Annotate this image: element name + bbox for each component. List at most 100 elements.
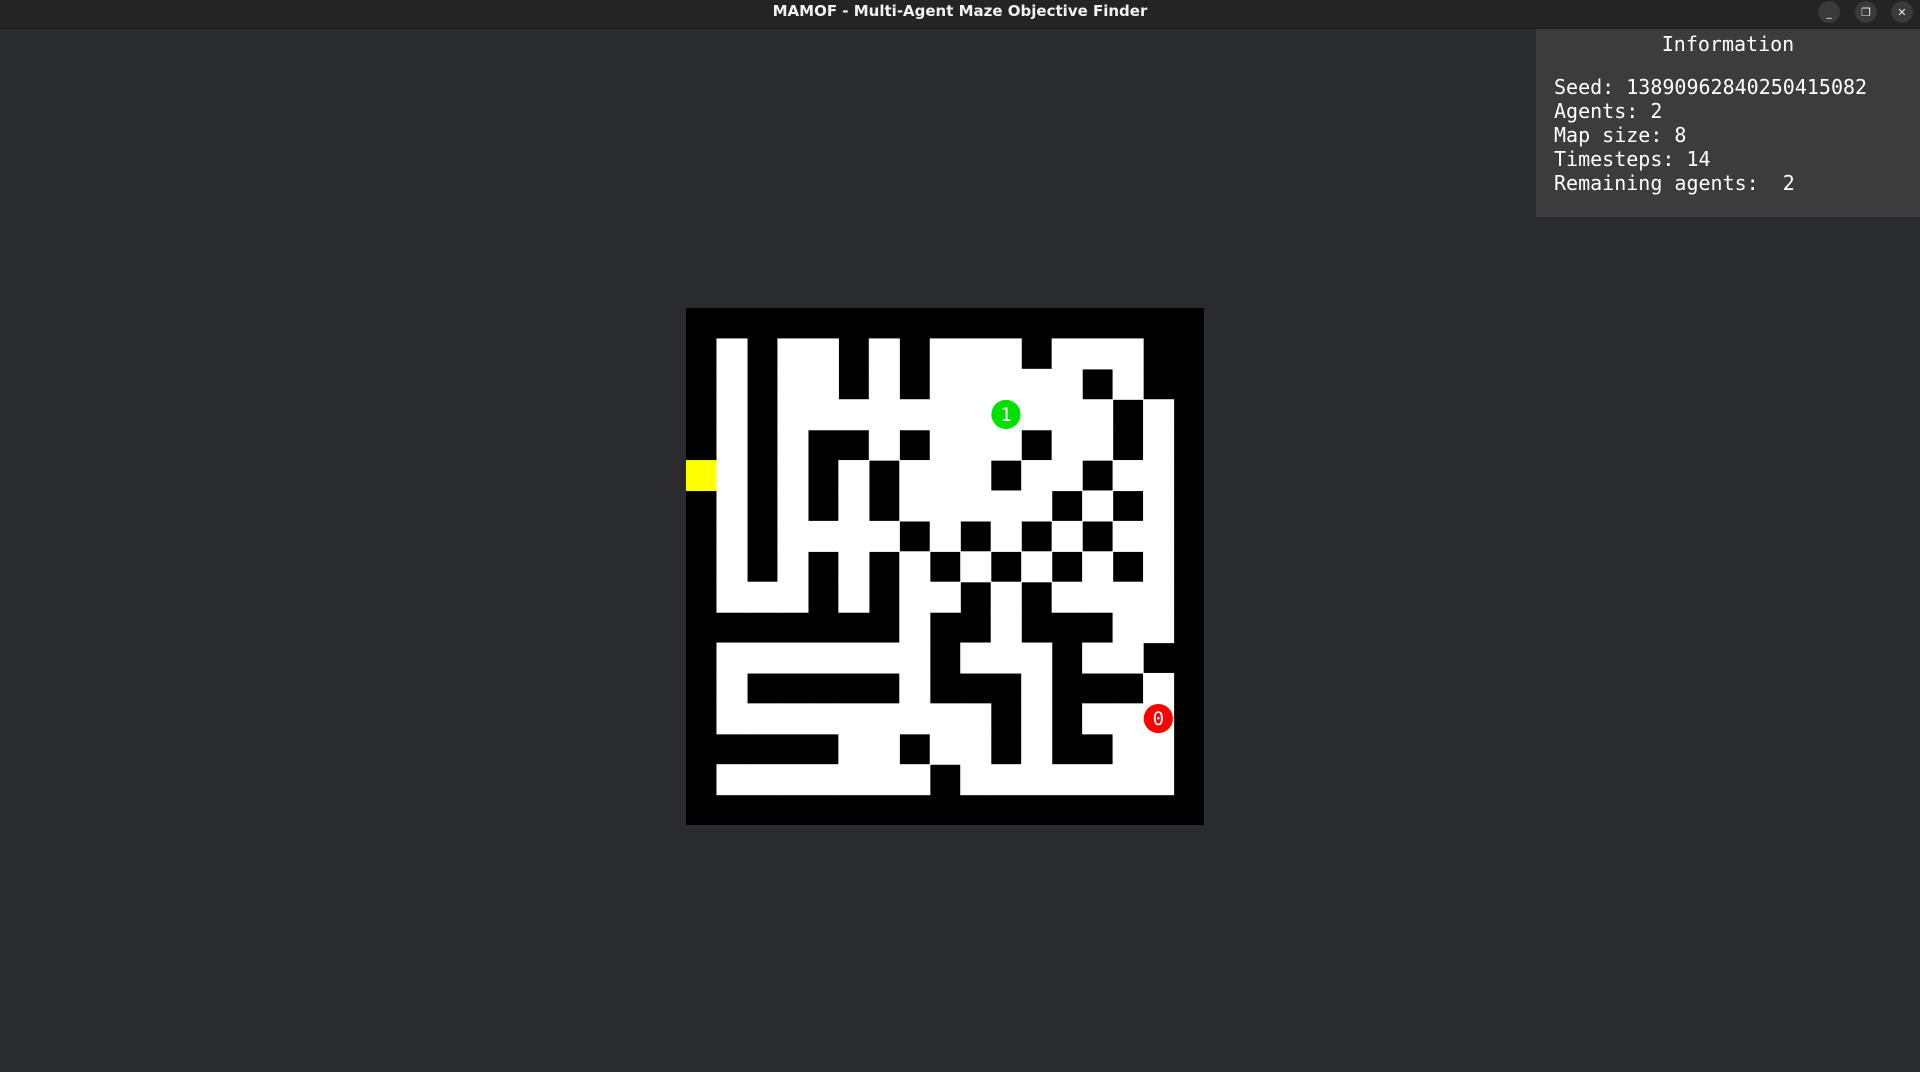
maze-floor-cell — [838, 520, 870, 552]
maze-floor-cell — [1082, 399, 1114, 431]
maze-floor-cell — [807, 338, 839, 370]
maze-floor-cell — [1143, 399, 1175, 431]
maze-floor-cell — [777, 338, 809, 370]
maze-floor-cell — [990, 764, 1022, 796]
maze-floor-cell — [807, 520, 839, 552]
maze-floor-cell — [1021, 672, 1053, 704]
maze-floor-cell — [716, 672, 748, 704]
maze-floor-cell — [777, 460, 809, 492]
maze-floor-cell — [716, 520, 748, 552]
maze-floor-cell — [1082, 764, 1114, 796]
maze-floor-cell — [716, 703, 748, 735]
maze-floor-cell — [838, 703, 870, 735]
maze-floor-cell — [1051, 764, 1083, 796]
maze-floor-cell — [868, 733, 900, 765]
maze-floor-cell — [838, 764, 870, 796]
maze-floor-cell — [868, 338, 900, 370]
maze-floor-cell — [1051, 399, 1083, 431]
maze-floor-cell — [777, 642, 809, 674]
maze-floor-cell — [1051, 460, 1083, 492]
maze-floor-cell — [716, 642, 748, 674]
maze-floor-cell — [1112, 581, 1144, 613]
maze-floor-cell — [807, 764, 839, 796]
maze-floor-cell — [1082, 551, 1114, 583]
maximize-icon: ❐ — [1861, 5, 1871, 19]
maze-floor-cell — [990, 368, 1022, 400]
maze-floor-cell — [777, 551, 809, 583]
maze-floor-cell — [960, 642, 992, 674]
maze-board: 10 — [686, 308, 1204, 825]
remaining-agents-text: Remaining agents: 2 — [1554, 171, 1795, 195]
maze-floor-cell — [1112, 338, 1144, 370]
information-panel: Information Seed: 13890962840250415082 A… — [1536, 29, 1920, 217]
maze-floor-cell — [960, 399, 992, 431]
agent-label: 0 — [1153, 708, 1164, 730]
maze-floor-cell — [807, 703, 839, 735]
maze-floor-cell — [1143, 490, 1175, 522]
maze-floor-cell — [1143, 429, 1175, 461]
information-title: Information — [1661, 32, 1795, 56]
maze-floor-cell — [1051, 429, 1083, 461]
close-button[interactable]: ✕ — [1891, 1, 1913, 23]
timesteps-text: Timesteps: 14 — [1554, 147, 1711, 171]
maze-floor-cell — [960, 460, 992, 492]
maze-floor-cell — [716, 551, 748, 583]
maze-floor-cell — [777, 764, 809, 796]
maze-floor-cell — [807, 642, 839, 674]
maze-floor-cell — [716, 338, 748, 370]
maze-floor-cell — [868, 520, 900, 552]
maze-floor-cell — [777, 520, 809, 552]
maze-floor-cell — [746, 703, 779, 735]
maze-floor-cell — [838, 460, 870, 492]
maze-floor-cell — [929, 399, 961, 431]
maze-floor-cell — [899, 703, 931, 735]
maze-floor-cell — [1143, 551, 1175, 583]
maze-floor-cell — [716, 581, 748, 613]
maze-floor-cell — [1021, 368, 1053, 400]
maximize-button[interactable]: ❐ — [1855, 1, 1877, 23]
maze-floor-cell — [960, 551, 992, 583]
maze-floor-cell — [899, 642, 931, 674]
maze-floor-cell — [777, 429, 809, 461]
maze-floor-cell — [1112, 368, 1144, 400]
maze-floor-cell — [960, 764, 992, 796]
maze-floor-cell — [1143, 581, 1175, 613]
maze-floor-cell — [1021, 733, 1053, 765]
maze-floor-cell — [960, 703, 992, 735]
maze-floor-cell — [868, 399, 900, 431]
agent-label: 1 — [1000, 404, 1011, 426]
maze-floor-cell — [1051, 581, 1083, 613]
maze-floor-cell — [990, 581, 1022, 613]
maze-floor-cell — [929, 368, 961, 400]
maze-floor-cell — [899, 612, 931, 644]
maze-floor-cell — [990, 429, 1022, 461]
maze-floor-cell — [1143, 460, 1175, 492]
maze-floor-cell — [1112, 764, 1144, 796]
maze-floor-cell — [1112, 703, 1144, 735]
maze-floor-cell — [1143, 520, 1175, 552]
maze-floor-cell — [777, 703, 809, 735]
maze-floor-cell — [960, 368, 992, 400]
maze-floor-cell — [868, 703, 900, 735]
maze-floor-cell — [838, 581, 870, 613]
maze-floor-cell — [777, 581, 809, 613]
maze-floor-cell — [716, 368, 748, 400]
maze-floor-cell — [1021, 551, 1053, 583]
minimize-button[interactable]: _ — [1818, 1, 1840, 23]
maze-floor-cell — [1082, 581, 1114, 613]
maze-floor-cell — [1082, 429, 1114, 461]
minimize-icon: _ — [1826, 5, 1832, 19]
maze-floor-cell — [990, 642, 1022, 674]
maze-floor-cell — [929, 703, 961, 735]
maze-floor-cell — [899, 581, 931, 613]
maze-floor-cell — [838, 733, 870, 765]
maze-floor-cell — [899, 460, 931, 492]
maze-floor-cell — [1021, 490, 1053, 522]
maze-floor-cell — [777, 399, 809, 431]
maze-floor-cell — [868, 642, 900, 674]
seed-text: Seed: 13890962840250415082 — [1554, 75, 1868, 99]
maze-floor-cell — [838, 642, 870, 674]
maze-floor-cell — [929, 490, 961, 522]
maze-floor-cell — [899, 399, 931, 431]
maze-floor-cell — [1082, 490, 1114, 522]
